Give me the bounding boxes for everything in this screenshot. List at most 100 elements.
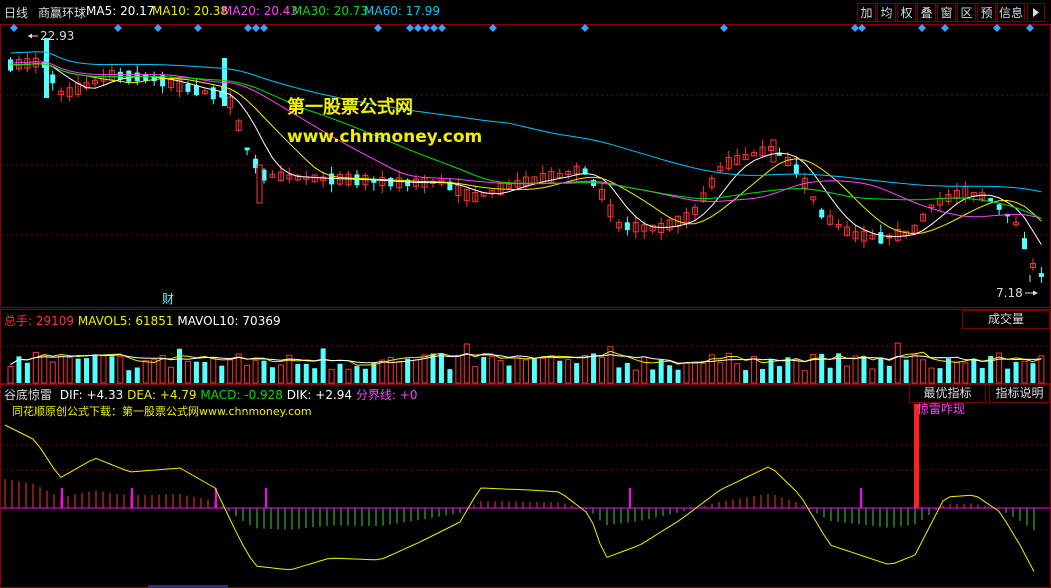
volume-bar-up (717, 362, 724, 384)
volume-bar-up (227, 359, 234, 384)
volume-bar-down (650, 369, 656, 383)
volume-bar-up (7, 366, 14, 384)
volume-bar-up (117, 356, 124, 384)
signal-diamond (858, 24, 866, 32)
volume-bar-down (362, 368, 368, 383)
volume-bar-down (84, 358, 90, 383)
volume-bar-down (126, 370, 132, 383)
volume-bar-down (836, 353, 842, 383)
volume-bar-down (531, 358, 537, 383)
signal-diamond (918, 24, 926, 32)
volume-bar-up (920, 359, 927, 384)
signal-diamond (374, 24, 382, 32)
volume-bar-down (193, 361, 199, 383)
volume-bar-down (354, 366, 360, 383)
volume-bar-up (565, 359, 572, 384)
volume-bar-up (489, 355, 496, 384)
volume-bar-down (481, 357, 487, 383)
signal-diamond (260, 24, 268, 32)
volume-bar-up (599, 357, 605, 384)
volume-bar-up (1021, 360, 1028, 384)
volume-bar-down (1030, 363, 1036, 383)
volume-bar-up (928, 367, 935, 384)
volume-bar-up (244, 364, 251, 384)
volume-bar-down (591, 353, 597, 383)
volume-bar-up (962, 362, 969, 384)
candle-body-down (388, 177, 394, 187)
volume-bar-up (100, 355, 107, 384)
signal-diamond (851, 24, 859, 32)
signal-diamond (941, 24, 949, 32)
signal-diamond (154, 24, 162, 32)
volume-bar-down (447, 369, 453, 383)
volume-bar-down (979, 367, 985, 383)
volume-bar-up (497, 360, 504, 384)
volume-bar-down (861, 356, 867, 383)
volume-bar-down (438, 353, 444, 383)
signal-diamond (438, 24, 446, 32)
volume-bars (7, 342, 1045, 384)
volume-bar-up (582, 354, 589, 384)
high-price-marker: 22.93 (28, 29, 74, 43)
candle-body-down (50, 74, 56, 84)
volume-bar-up (683, 362, 690, 384)
volume-bar-up (328, 368, 335, 384)
watermark-title: 第一股票公式网 (287, 97, 413, 118)
candle-body-up (256, 164, 263, 204)
volume-bar-up (463, 343, 470, 384)
signal-diamond (430, 24, 438, 32)
candle-body-down (1038, 273, 1044, 277)
signal-diamond (114, 24, 122, 32)
volume-bar-down (134, 367, 140, 383)
signal-diamond (993, 24, 1001, 32)
volume-bar-down (506, 365, 512, 383)
volume-bar-up (632, 369, 639, 384)
best-indicator-button[interactable]: 最优指标 (909, 384, 986, 403)
formula-source-note: 同花顺原创公式下载：第一股票公式网www.chnmoney.com (12, 405, 312, 418)
signal-diamond (720, 24, 728, 32)
volume-bar-down (303, 363, 309, 383)
volume-bar-up (793, 359, 800, 384)
indicator-histogram (1, 478, 1050, 531)
chart-canvas[interactable]: 22.93 7.18 财 惊雷咋现 (0, 0, 1051, 588)
volume-selector-dropdown[interactable]: 成交量 (962, 310, 1050, 329)
event-marker-cai[interactable]: 财 (162, 292, 174, 306)
volume-bar-up (852, 355, 859, 384)
volume-bar-down (574, 363, 580, 383)
volume-bar-down (295, 363, 301, 383)
high-price-label: 22.93 (40, 29, 74, 43)
volume-bar-down (405, 358, 411, 383)
candle-body-down (1022, 238, 1027, 250)
volume-bar-down (658, 359, 664, 383)
volume-bar-up (1038, 355, 1045, 384)
signal-diamond (10, 24, 18, 32)
ma30-line (10, 63, 1042, 219)
volume-bar-down (768, 359, 774, 383)
volume-bar-down (903, 359, 909, 383)
volume-bar-down (760, 368, 766, 383)
volume-bar-down (371, 363, 377, 383)
volume-bar-down (312, 368, 318, 383)
volume-bar-up (252, 360, 259, 384)
ma60-line (10, 51, 1042, 193)
volume-bar-up (911, 353, 918, 384)
signal-diamonds (10, 24, 1034, 32)
volume-bar-down (776, 366, 782, 383)
volume-bar-down (743, 370, 749, 383)
volume-bar-up (210, 357, 217, 384)
candle-body-down (819, 209, 825, 218)
volume-bar-down (971, 359, 977, 383)
volume-bar-down (616, 367, 622, 383)
low-price-marker: 7.18 (996, 275, 1038, 300)
volume-bar-up (539, 357, 546, 384)
indicator-help-button[interactable]: 指标说明 (989, 384, 1050, 403)
volume-bar-up (345, 368, 352, 384)
watermark-url: www.chnmoney.com (287, 127, 483, 147)
volume-bar-down (624, 362, 630, 383)
signal-diamond (422, 24, 430, 32)
volume-bar-down (269, 367, 275, 383)
ma20-line (10, 61, 1042, 219)
volume-bar-up (235, 353, 242, 384)
volume-bar-up (700, 362, 707, 384)
volume-bar-up (168, 366, 175, 384)
